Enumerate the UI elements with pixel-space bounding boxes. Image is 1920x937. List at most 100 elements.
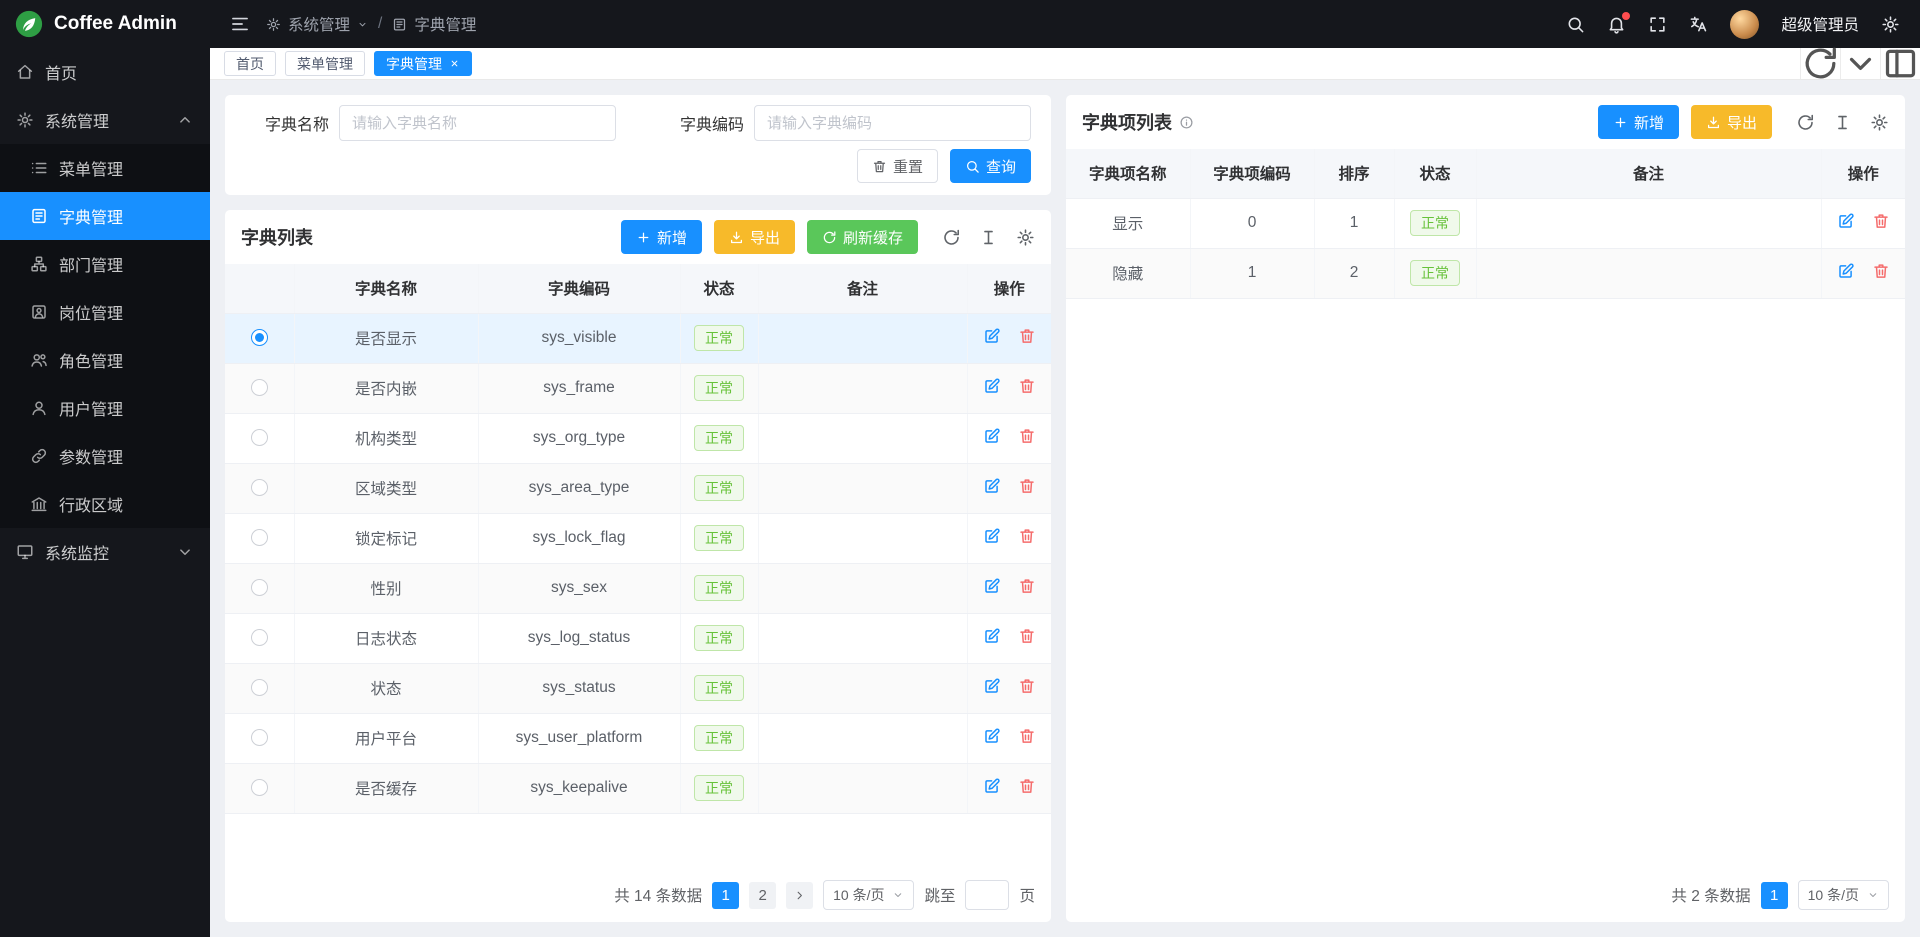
page-button-2[interactable]: 2 bbox=[749, 882, 776, 909]
actions-cell bbox=[967, 313, 1051, 363]
row-select-radio[interactable] bbox=[251, 629, 268, 646]
dict-table-row[interactable]: 是否内嵌sys_frame正常 bbox=[225, 363, 1051, 413]
row-select-radio[interactable] bbox=[251, 429, 268, 446]
next-page-button[interactable] bbox=[786, 882, 813, 909]
edit-icon[interactable] bbox=[983, 577, 1001, 595]
export-dict-button[interactable]: 导出 bbox=[714, 220, 795, 254]
trash-icon[interactable] bbox=[1018, 727, 1036, 745]
column-settings-icon[interactable] bbox=[979, 228, 998, 247]
trash-icon[interactable] bbox=[1018, 777, 1036, 795]
sidebar-item-4[interactable]: 部门管理 bbox=[0, 240, 210, 288]
edit-icon[interactable] bbox=[983, 527, 1001, 545]
bell-icon[interactable] bbox=[1607, 15, 1626, 34]
row-select-radio[interactable] bbox=[251, 729, 268, 746]
sidebar-item-9[interactable]: 行政区域 bbox=[0, 480, 210, 528]
tab-1[interactable]: 菜单管理 bbox=[285, 51, 365, 76]
reset-button[interactable]: 重置 bbox=[857, 149, 938, 183]
edit-icon[interactable] bbox=[983, 477, 1001, 495]
query-button[interactable]: 查询 bbox=[950, 149, 1031, 183]
breadcrumb-item-dict[interactable]: 字典管理 bbox=[392, 13, 476, 35]
trash-icon[interactable] bbox=[1018, 327, 1036, 345]
edit-icon[interactable] bbox=[1837, 212, 1855, 230]
dict-table-row[interactable]: 是否缓存sys_keepalive正常 bbox=[225, 763, 1051, 813]
row-select-radio[interactable] bbox=[251, 529, 268, 546]
gear-icon[interactable] bbox=[1016, 228, 1035, 247]
sidebar-item-5[interactable]: 岗位管理 bbox=[0, 288, 210, 336]
dict-table-row[interactable]: 日志状态sys_log_status正常 bbox=[225, 613, 1051, 663]
refresh-icon[interactable] bbox=[942, 228, 961, 247]
dict-code-input[interactable] bbox=[754, 105, 1031, 141]
chevron-down-icon[interactable] bbox=[1840, 48, 1880, 79]
dict-table-row[interactable]: 状态sys_status正常 bbox=[225, 663, 1051, 713]
row-select-radio[interactable] bbox=[251, 779, 268, 796]
dict-table-row[interactable]: 区域类型sys_area_type正常 bbox=[225, 463, 1051, 513]
dict-table-row[interactable]: 用户平台sys_user_platform正常 bbox=[225, 713, 1051, 763]
add-item-button[interactable]: 新增 bbox=[1598, 105, 1679, 139]
breadcrumb-item-system[interactable]: 系统管理 bbox=[266, 13, 368, 35]
trash-icon[interactable] bbox=[1872, 212, 1890, 230]
settings-gear-icon[interactable] bbox=[1881, 15, 1900, 34]
edit-icon[interactable] bbox=[983, 377, 1001, 395]
page-button-1[interactable]: 1 bbox=[712, 882, 739, 909]
export-item-button[interactable]: 导出 bbox=[1691, 105, 1772, 139]
edit-icon[interactable] bbox=[983, 427, 1001, 445]
fullscreen-icon[interactable] bbox=[1648, 15, 1667, 34]
dict-table-row[interactable]: 锁定标记sys_lock_flag正常 bbox=[225, 513, 1051, 563]
user-icon bbox=[30, 399, 48, 417]
dict-table-row[interactable]: 性别sys_sex正常 bbox=[225, 563, 1051, 613]
row-select-radio[interactable] bbox=[251, 579, 268, 596]
sidebar-item-0[interactable]: 首页 bbox=[0, 48, 210, 96]
refresh-icon[interactable] bbox=[1800, 48, 1840, 79]
sidebar-item-8[interactable]: 参数管理 bbox=[0, 432, 210, 480]
translate-icon[interactable] bbox=[1689, 15, 1708, 34]
item-table-row[interactable]: 显示01正常 bbox=[1066, 198, 1905, 248]
sidebar-item-7[interactable]: 用户管理 bbox=[0, 384, 210, 432]
edit-icon[interactable] bbox=[983, 727, 1001, 745]
row-select-radio[interactable] bbox=[251, 379, 268, 396]
jump-page-input[interactable] bbox=[965, 880, 1009, 910]
item-table-row[interactable]: 隐藏12正常 bbox=[1066, 248, 1905, 298]
edit-icon[interactable] bbox=[983, 677, 1001, 695]
app-logo[interactable]: Coffee Admin bbox=[0, 0, 210, 48]
collapse-sidebar-icon[interactable] bbox=[230, 14, 250, 34]
row-select-radio[interactable] bbox=[251, 329, 268, 346]
refresh-cache-button[interactable]: 刷新缓存 bbox=[807, 220, 918, 254]
trash-icon[interactable] bbox=[1018, 527, 1036, 545]
edit-icon[interactable] bbox=[983, 627, 1001, 645]
sidebar-item-1[interactable]: 系统管理 bbox=[0, 96, 210, 144]
dict-name-input[interactable] bbox=[339, 105, 616, 141]
row-select-radio[interactable] bbox=[251, 679, 268, 696]
add-dict-button[interactable]: 新增 bbox=[621, 220, 702, 254]
page-size-select[interactable]: 10 条/页 bbox=[823, 880, 914, 910]
gear-icon[interactable] bbox=[1870, 113, 1889, 132]
pane-layout-icon[interactable] bbox=[1880, 48, 1920, 79]
edit-icon[interactable] bbox=[1837, 262, 1855, 280]
dict-table-row[interactable]: 机构类型sys_org_type正常 bbox=[225, 413, 1051, 463]
column-settings-icon[interactable] bbox=[1833, 113, 1852, 132]
trash-icon[interactable] bbox=[1018, 477, 1036, 495]
trash-icon[interactable] bbox=[1018, 677, 1036, 695]
dict-table-row[interactable]: 是否显示sys_visible正常 bbox=[225, 313, 1051, 363]
sidebar-item-6[interactable]: 角色管理 bbox=[0, 336, 210, 384]
tab-0[interactable]: 首页 bbox=[224, 51, 276, 76]
trash-icon[interactable] bbox=[1018, 627, 1036, 645]
trash-icon[interactable] bbox=[1872, 262, 1890, 280]
info-icon[interactable] bbox=[1179, 115, 1194, 130]
page-size-select[interactable]: 10 条/页 bbox=[1798, 880, 1889, 910]
sidebar-item-10[interactable]: 系统监控 bbox=[0, 528, 210, 576]
avatar[interactable] bbox=[1730, 10, 1759, 39]
search-icon[interactable] bbox=[1566, 15, 1585, 34]
close-icon[interactable] bbox=[449, 58, 460, 69]
user-name[interactable]: 超级管理员 bbox=[1781, 13, 1859, 35]
row-select-radio[interactable] bbox=[251, 479, 268, 496]
sidebar-item-3[interactable]: 字典管理 bbox=[0, 192, 210, 240]
edit-icon[interactable] bbox=[983, 327, 1001, 345]
trash-icon[interactable] bbox=[1018, 577, 1036, 595]
refresh-icon[interactable] bbox=[1796, 113, 1815, 132]
tab-2[interactable]: 字典管理 bbox=[374, 51, 472, 76]
edit-icon[interactable] bbox=[983, 777, 1001, 795]
trash-icon[interactable] bbox=[1018, 427, 1036, 445]
sidebar-item-2[interactable]: 菜单管理 bbox=[0, 144, 210, 192]
trash-icon[interactable] bbox=[1018, 377, 1036, 395]
page-button-1[interactable]: 1 bbox=[1761, 882, 1788, 909]
